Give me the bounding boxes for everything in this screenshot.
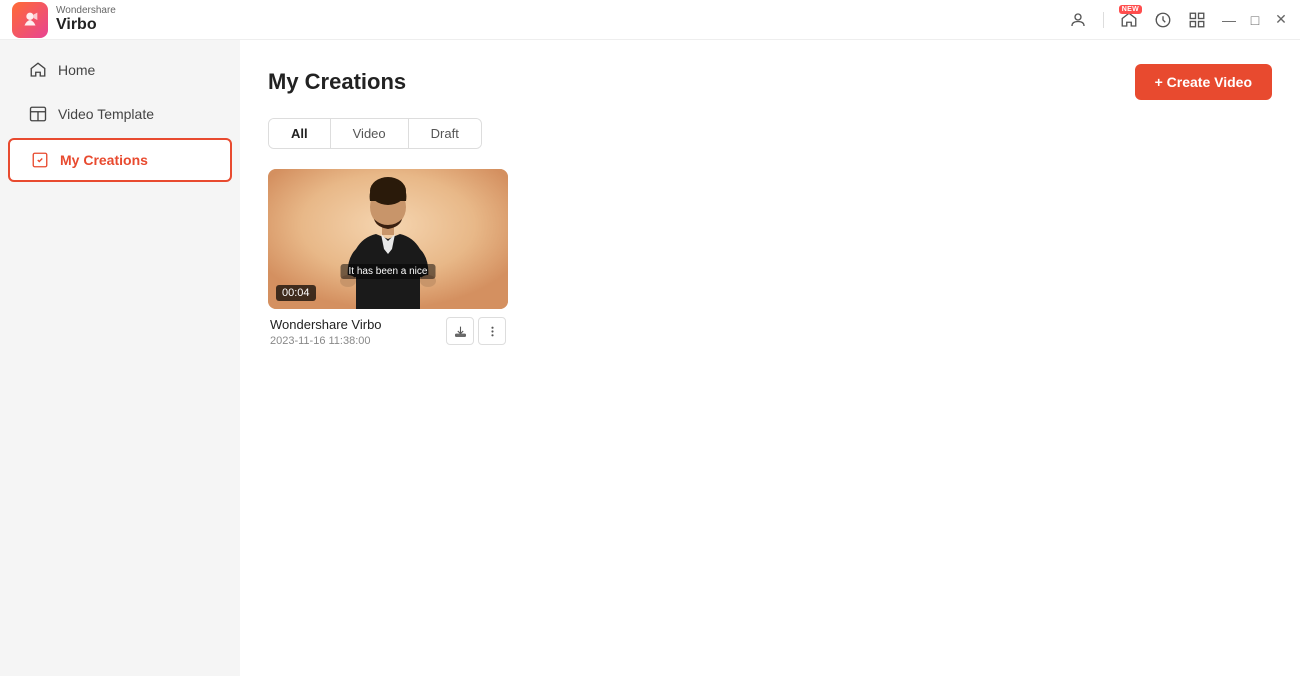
titlebar-actions: NEW — □ ✕ [1069, 11, 1288, 29]
sidebar-item-home[interactable]: Home [8, 50, 232, 90]
brand-top: Wondershare [56, 5, 116, 16]
sidebar-item-video-template-label: Video Template [58, 106, 154, 122]
sidebar: Home Video Template My Creations [0, 40, 240, 676]
content-header: My Creations + Create Video [268, 64, 1272, 100]
brand-bottom: Virbo [56, 16, 116, 34]
window-controls: — □ ✕ [1222, 13, 1288, 27]
download-button[interactable] [446, 317, 474, 345]
tab-all[interactable]: All [269, 119, 331, 148]
main-content: My Creations + Create Video All Video Dr… [240, 40, 1300, 676]
create-video-button[interactable]: + Create Video [1135, 64, 1272, 100]
new-badge: NEW [1119, 5, 1142, 14]
profile-icon[interactable] [1069, 11, 1087, 29]
app-body: Home Video Template My Creations [0, 40, 1300, 676]
logo-text: Wondershare Virbo [56, 5, 116, 34]
video-meta: Wondershare Virbo 2023-11-16 11:38:00 [270, 317, 442, 347]
close-button[interactable]: ✕ [1274, 13, 1288, 27]
more-icon [486, 325, 499, 338]
page-title: My Creations [268, 69, 406, 95]
maximize-button[interactable]: □ [1248, 13, 1262, 27]
video-card: 00:04 It has been a nice Wondershare Vir… [268, 169, 508, 347]
sidebar-item-my-creations[interactable]: My Creations [8, 138, 232, 182]
video-name: Wondershare Virbo [270, 317, 442, 332]
more-options-button[interactable] [478, 317, 506, 345]
home-nav-icon [28, 60, 48, 80]
video-duration: 00:04 [276, 285, 316, 301]
download-icon [454, 325, 467, 338]
tabs-bar: All Video Draft [268, 118, 482, 149]
video-info: Wondershare Virbo 2023-11-16 11:38:00 [268, 309, 508, 347]
app-logo: Wondershare Virbo [12, 2, 116, 38]
sidebar-item-home-label: Home [58, 62, 95, 78]
titlebar: Wondershare Virbo NEW [0, 0, 1300, 40]
tab-draft[interactable]: Draft [409, 119, 481, 148]
sidebar-item-my-creations-label: My Creations [60, 152, 148, 168]
video-date: 2023-11-16 11:38:00 [270, 335, 442, 347]
home-icon[interactable]: NEW [1120, 11, 1138, 29]
tab-video[interactable]: Video [331, 119, 409, 148]
template-nav-icon [28, 104, 48, 124]
video-subtitle: It has been a nice [341, 264, 436, 279]
creations-nav-icon [30, 150, 50, 170]
grid-icon[interactable] [1188, 11, 1206, 29]
video-actions [446, 317, 506, 345]
minimize-button[interactable]: — [1222, 13, 1236, 27]
video-grid: 00:04 It has been a nice Wondershare Vir… [268, 169, 1272, 347]
separator [1103, 12, 1104, 28]
logo-icon [12, 2, 48, 38]
sidebar-item-video-template[interactable]: Video Template [8, 94, 232, 134]
history-icon[interactable] [1154, 11, 1172, 29]
video-thumbnail[interactable]: 00:04 It has been a nice [268, 169, 508, 309]
